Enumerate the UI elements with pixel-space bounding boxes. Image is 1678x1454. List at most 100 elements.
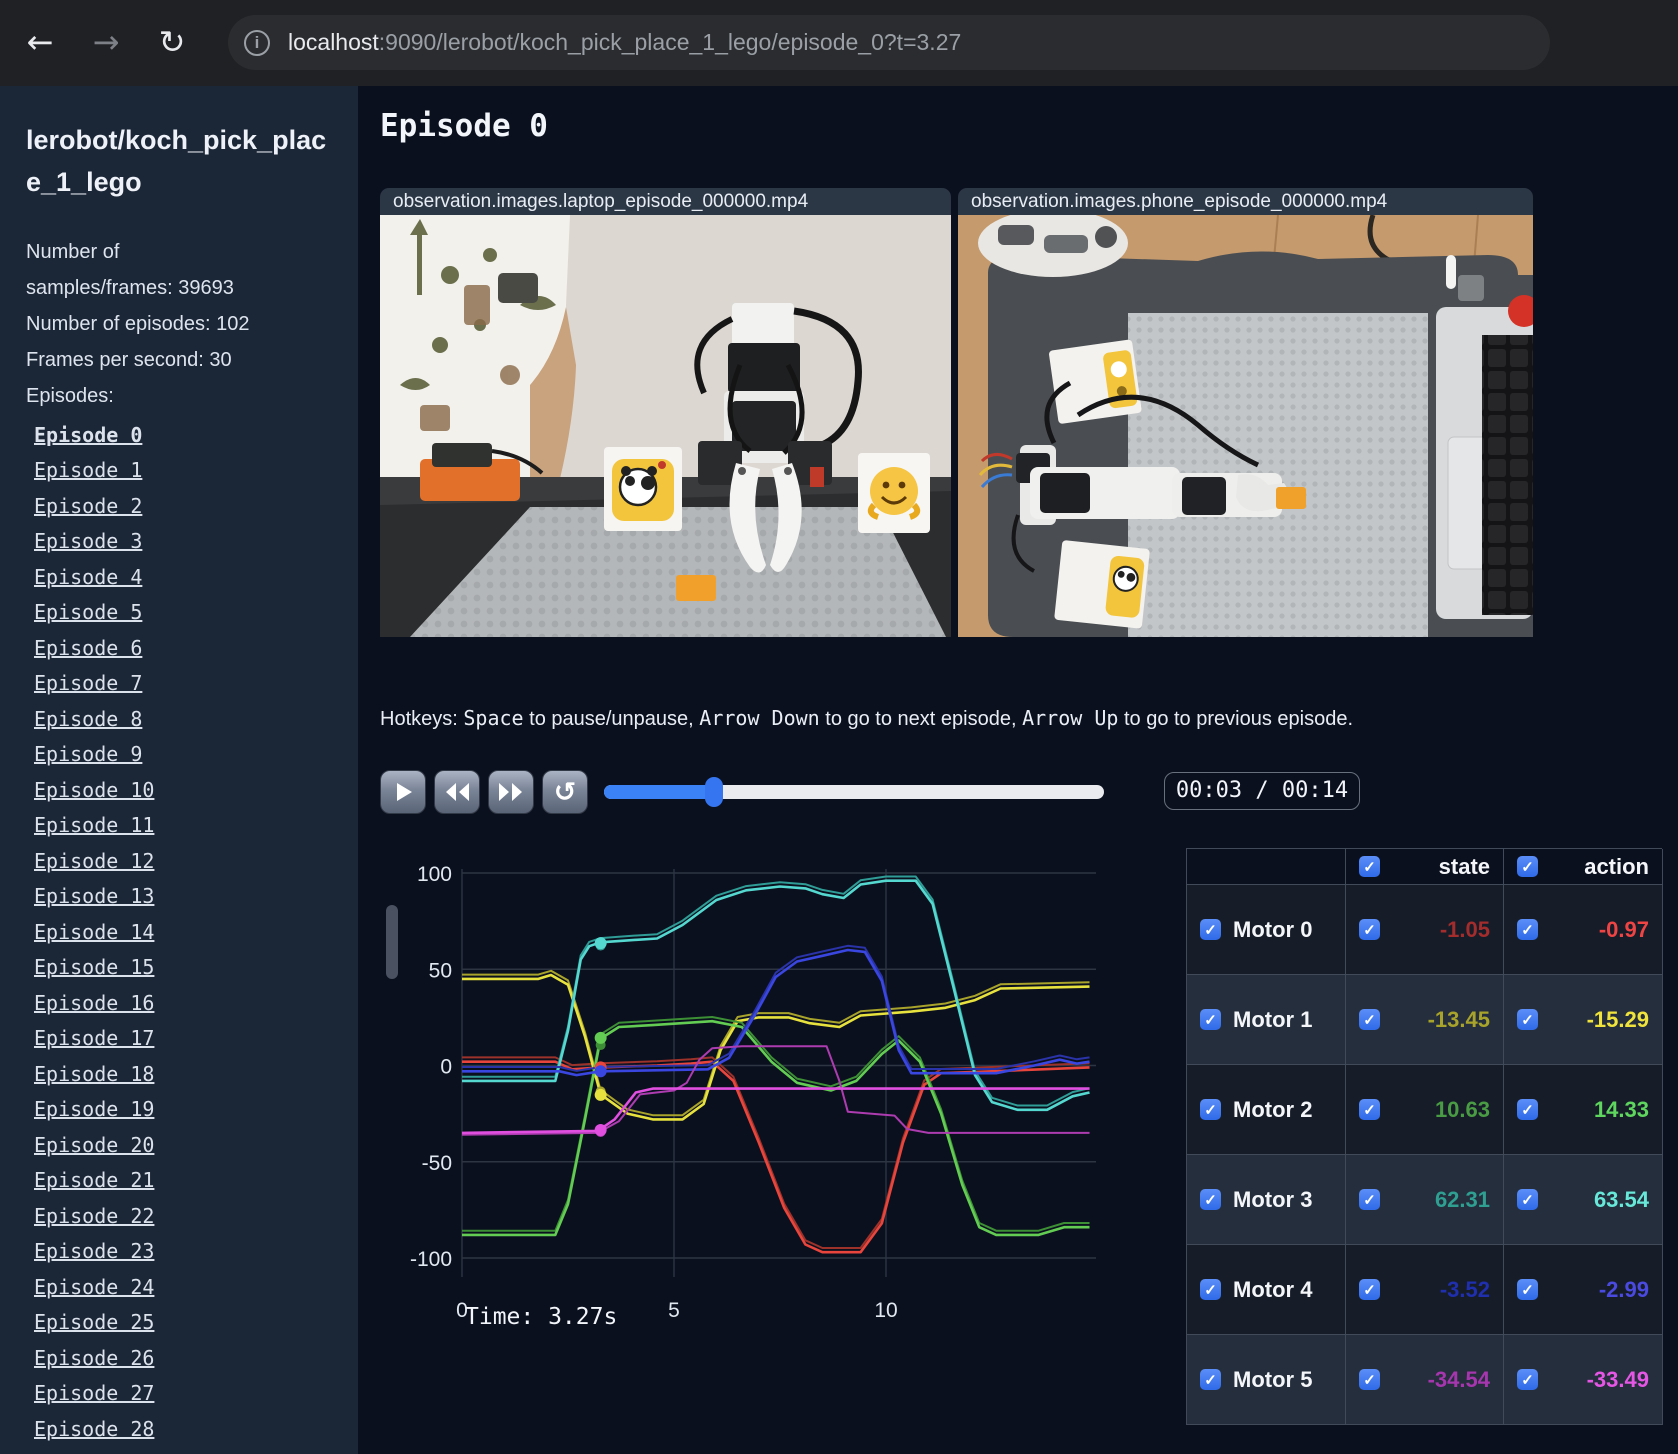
svg-text:-50: -50 (422, 1152, 452, 1175)
motor-1-label: Motor 1 (1233, 1006, 1313, 1032)
episode-link-episode-19[interactable]: Episode 19 (34, 1092, 358, 1128)
episode-link-episode-23[interactable]: Episode 23 (34, 1234, 358, 1270)
row-motor-3-name: ✓ Motor 3 (1187, 1155, 1346, 1245)
episode-link-episode-13[interactable]: Episode 13 (34, 879, 358, 915)
video-scene-phone (958, 215, 1533, 637)
cursor-dot-motor-1-action (594, 1088, 607, 1101)
motor-4-checkbox[interactable]: ✓ (1200, 1279, 1221, 1300)
video-player-phone[interactable] (958, 215, 1533, 637)
fast-forward-button[interactable] (488, 770, 534, 814)
episode-link-episode-15[interactable]: Episode 15 (34, 950, 358, 986)
motor-1-action-checkbox[interactable]: ✓ (1517, 1009, 1538, 1030)
motor-0-checkbox[interactable]: ✓ (1200, 919, 1221, 940)
row-motor-0-action: ✓ -0.97 (1504, 885, 1663, 975)
episode-link-episode-16[interactable]: Episode 16 (34, 986, 358, 1022)
dataset-stats: Number of samples/frames: 39693 Number o… (26, 234, 334, 414)
seek-slider-fill (604, 785, 714, 799)
motor-1-state-checkbox[interactable]: ✓ (1359, 1009, 1380, 1030)
motor-5-checkbox[interactable]: ✓ (1200, 1369, 1221, 1390)
address-bar[interactable]: i localhost:9090/lerobot/koch_pick_place… (228, 15, 1550, 70)
table-header-state: ✓ state (1346, 849, 1504, 885)
url-text[interactable]: localhost:9090/lerobot/koch_pick_place_1… (288, 29, 961, 56)
episode-link-episode-26[interactable]: Episode 26 (34, 1341, 358, 1377)
laptop (1436, 255, 1533, 619)
video-card-phone: observation.images.phone_episode_000000.… (958, 188, 1533, 637)
motor-4-state-value: -3.52 (1439, 1276, 1490, 1302)
motor-2-checkbox[interactable]: ✓ (1200, 1099, 1221, 1120)
episode-link-episode-2[interactable]: Episode 2 (34, 489, 358, 525)
motor-1-checkbox[interactable]: ✓ (1200, 1009, 1221, 1030)
motor-3-checkbox[interactable]: ✓ (1200, 1189, 1221, 1210)
motor-3-action-checkbox[interactable]: ✓ (1517, 1189, 1538, 1210)
state-column-checkbox[interactable]: ✓ (1359, 856, 1380, 877)
motor-5-state-checkbox[interactable]: ✓ (1359, 1369, 1380, 1390)
motor-1-state-value: -13.45 (1427, 1006, 1490, 1032)
forward-icon[interactable]: → (82, 18, 130, 66)
svg-text:50: 50 (429, 959, 452, 982)
episode-link-episode-6[interactable]: Episode 6 (34, 631, 358, 667)
state-column-label: state (1438, 853, 1490, 879)
seek-slider[interactable] (604, 777, 1104, 807)
row-motor-3-action: ✓ 63.54 (1504, 1155, 1663, 1245)
motor-2-state-value: 10.63 (1434, 1096, 1490, 1122)
motor-5-action-checkbox[interactable]: ✓ (1517, 1369, 1538, 1390)
motor-4-action-checkbox[interactable]: ✓ (1517, 1279, 1538, 1300)
seek-slider-thumb[interactable] (705, 777, 723, 807)
episode-link-episode-3[interactable]: Episode 3 (34, 524, 358, 560)
episode-link-episode-28[interactable]: Episode 28 (34, 1412, 358, 1448)
url-host: localhost (288, 29, 379, 55)
motor-0-state-checkbox[interactable]: ✓ (1359, 919, 1380, 940)
time-display: 00:03 / 00:14 (1164, 772, 1360, 810)
main-content: Episode 0 observation.images.laptop_epis… (358, 86, 1678, 1454)
episode-link-episode-5[interactable]: Episode 5 (34, 595, 358, 631)
episode-link-episode-21[interactable]: Episode 21 (34, 1163, 358, 1199)
site-info-icon[interactable]: i (244, 29, 270, 56)
episode-link-episode-18[interactable]: Episode 18 (34, 1057, 358, 1093)
row-motor-4-action: ✓ -2.99 (1504, 1245, 1663, 1335)
svg-text:-100: -100 (410, 1248, 452, 1271)
motor-4-state-checkbox[interactable]: ✓ (1359, 1279, 1380, 1300)
episode-link-episode-22[interactable]: Episode 22 (34, 1199, 358, 1235)
panda-box (604, 447, 682, 531)
motor-5-action-value: -33.49 (1586, 1366, 1649, 1392)
episode-link-episode-24[interactable]: Episode 24 (34, 1270, 358, 1306)
episode-link-episode-12[interactable]: Episode 12 (34, 844, 358, 880)
browser-toolbar: ← → ↻ i localhost:9090/lerobot/koch_pick… (0, 0, 1678, 86)
episode-link-episode-14[interactable]: Episode 14 (34, 915, 358, 951)
reload-icon[interactable]: ↻ (148, 18, 196, 66)
line-motor-3-action (462, 879, 1090, 1112)
episode-link-episode-0[interactable]: Episode 0 (34, 418, 358, 454)
episode-link-episode-11[interactable]: Episode 11 (34, 808, 358, 844)
motor-0-action-checkbox[interactable]: ✓ (1517, 919, 1538, 940)
video-title-laptop: observation.images.laptop_episode_000000… (380, 188, 951, 215)
motor-3-state-checkbox[interactable]: ✓ (1359, 1189, 1380, 1210)
svg-text:5: 5 (668, 1299, 680, 1322)
episode-link-episode-10[interactable]: Episode 10 (34, 773, 358, 809)
back-icon[interactable]: ← (16, 18, 64, 66)
motor-2-state-checkbox[interactable]: ✓ (1359, 1099, 1380, 1120)
action-column-checkbox[interactable]: ✓ (1517, 856, 1538, 877)
rewind-button[interactable] (434, 770, 480, 814)
loop-button[interactable]: ↺ (542, 770, 588, 814)
video-player-laptop[interactable] (380, 215, 951, 637)
episode-link-episode-7[interactable]: Episode 7 (34, 666, 358, 702)
cursor-dot-motor-2-action (594, 1031, 607, 1044)
row-motor-3-state: ✓ 62.31 (1346, 1155, 1504, 1245)
motor-chart: 100500-50-1000 5 10 (410, 863, 1096, 1322)
row-motor-5-state: ✓ -34.54 (1346, 1335, 1504, 1425)
hotkeys-hint: Hotkeys: Space to pause/unpause, Arrow D… (380, 706, 1354, 730)
episodes-label: Episodes: (26, 384, 114, 407)
episode-link-episode-27[interactable]: Episode 27 (34, 1376, 358, 1412)
episode-link-episode-1[interactable]: Episode 1 (34, 453, 358, 489)
episode-link-episode-9[interactable]: Episode 9 (34, 737, 358, 773)
episode-link-episode-25[interactable]: Episode 25 (34, 1305, 358, 1341)
episode-link-episode-17[interactable]: Episode 17 (34, 1021, 358, 1057)
play-button[interactable] (380, 770, 426, 814)
motor-2-action-checkbox[interactable]: ✓ (1517, 1099, 1538, 1120)
episode-link-episode-4[interactable]: Episode 4 (34, 560, 358, 596)
row-motor-1-name: ✓ Motor 1 (1187, 975, 1346, 1065)
chart-time-label: Time: 3.27s (465, 1304, 618, 1330)
episode-link-episode-20[interactable]: Episode 20 (34, 1128, 358, 1164)
episode-link-episode-8[interactable]: Episode 8 (34, 702, 358, 738)
motor-4-action-value: -2.99 (1598, 1276, 1649, 1302)
